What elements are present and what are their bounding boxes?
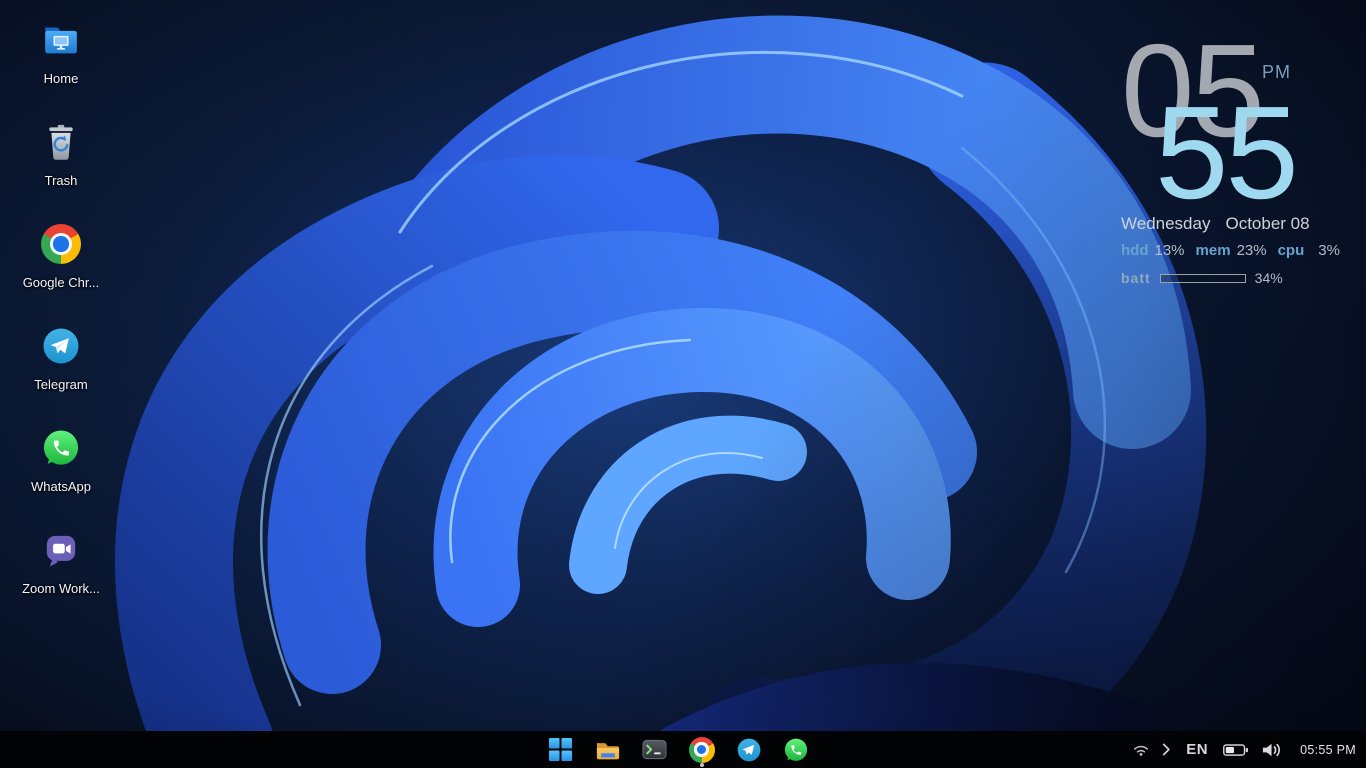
terminal-icon bbox=[642, 737, 667, 762]
desktop-icon-label: Google Chr... bbox=[23, 275, 100, 290]
file-manager-button[interactable] bbox=[594, 736, 621, 763]
desktop-icon-label: Zoom Work... bbox=[22, 581, 100, 596]
whatsapp-icon bbox=[41, 428, 81, 468]
chrome-icon bbox=[689, 737, 715, 763]
telegram-icon bbox=[736, 737, 762, 763]
desktop-icon-zoom[interactable]: Zoom Work... bbox=[14, 518, 108, 620]
chrome-taskbar-button[interactable] bbox=[688, 736, 715, 763]
taskbar-clock[interactable]: 05:55 PM bbox=[1296, 743, 1360, 757]
telegram-icon bbox=[41, 326, 81, 366]
wallpaper bbox=[0, 0, 1366, 768]
taskbar: EN 05:55 PM bbox=[0, 731, 1366, 768]
wifi-button[interactable] bbox=[1132, 742, 1150, 757]
desktop-icon-trash[interactable]: Trash bbox=[14, 110, 108, 212]
volume-button[interactable] bbox=[1261, 741, 1284, 759]
wifi-icon bbox=[1132, 742, 1150, 757]
terminal-button[interactable] bbox=[641, 736, 668, 763]
whatsapp-taskbar-button[interactable] bbox=[782, 736, 809, 763]
system-tray: EN 05:55 PM bbox=[1132, 731, 1360, 768]
tray-expand-button[interactable] bbox=[1162, 742, 1171, 757]
battery-icon bbox=[1223, 742, 1249, 758]
chrome-icon bbox=[41, 224, 81, 264]
desktop-icon-label: Telegram bbox=[34, 377, 87, 392]
volume-icon bbox=[1261, 741, 1284, 759]
desktop-icon-chrome[interactable]: Google Chr... bbox=[14, 212, 108, 314]
folder-icon bbox=[595, 738, 621, 762]
desktop-icon-telegram[interactable]: Telegram bbox=[14, 314, 108, 416]
chevron-right-icon bbox=[1162, 742, 1171, 757]
running-indicator-dot bbox=[700, 763, 704, 767]
language-indicator[interactable]: EN bbox=[1183, 741, 1211, 758]
desktop-icon-whatsapp[interactable]: WhatsApp bbox=[14, 416, 108, 518]
desktop-icon-grid: Home Trash Google Chr... bbox=[14, 8, 108, 620]
battery-tray-button[interactable] bbox=[1223, 742, 1249, 758]
desktop-icon-label: WhatsApp bbox=[31, 479, 91, 494]
zoom-icon bbox=[41, 530, 81, 570]
taskbar-app-icons bbox=[547, 731, 809, 768]
desktop-icon-label: Home bbox=[44, 71, 79, 86]
home-folder-icon bbox=[41, 20, 81, 60]
trash-icon bbox=[41, 122, 81, 162]
whatsapp-icon bbox=[783, 737, 809, 763]
windows-logo-icon bbox=[548, 737, 573, 762]
desktop-icon-label: Trash bbox=[45, 173, 78, 188]
desktop-icon-home[interactable]: Home bbox=[14, 8, 108, 110]
telegram-taskbar-button[interactable] bbox=[735, 736, 762, 763]
start-button[interactable] bbox=[547, 736, 574, 763]
